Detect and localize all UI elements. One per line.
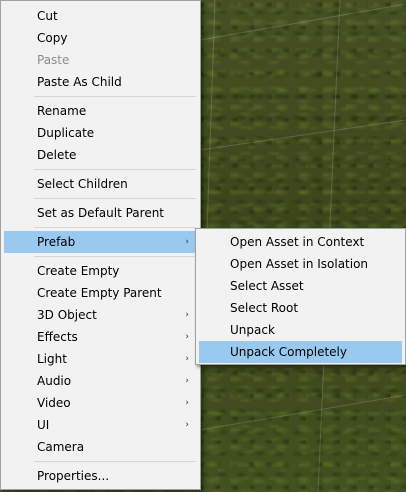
menu-item-set-default-parent[interactable]: Set as Default Parent	[4, 202, 197, 224]
context-menu: Cut Copy Paste Paste As Child Rename Dup…	[0, 0, 201, 490]
menu-separator	[34, 256, 196, 257]
submenu-item-open-asset-in-isolation[interactable]: Open Asset in Isolation	[199, 253, 402, 275]
menu-item-create-empty-parent[interactable]: Create Empty Parent	[4, 282, 197, 304]
menu-separator	[34, 96, 196, 97]
submenu-item-unpack-completely[interactable]: Unpack Completely	[199, 341, 402, 363]
menu-item-copy[interactable]: Copy	[4, 27, 197, 49]
chevron-right-icon: ›	[185, 420, 189, 430]
menu-separator	[34, 461, 196, 462]
menu-separator	[34, 169, 196, 170]
submenu-item-unpack[interactable]: Unpack	[199, 319, 402, 341]
chevron-right-icon: ›	[185, 354, 189, 364]
menu-item-cut[interactable]: Cut	[4, 5, 197, 27]
chevron-right-icon: ›	[185, 376, 189, 386]
menu-item-ui[interactable]: UI ›	[4, 414, 197, 436]
menu-item-audio[interactable]: Audio ›	[4, 370, 197, 392]
menu-item-camera[interactable]: Camera	[4, 436, 197, 458]
menu-item-effects[interactable]: Effects ›	[4, 326, 197, 348]
submenu-item-select-asset[interactable]: Select Asset	[199, 275, 402, 297]
menu-item-prefab[interactable]: Prefab ›	[4, 231, 197, 253]
chevron-right-icon: ›	[185, 310, 189, 320]
menu-item-create-empty[interactable]: Create Empty	[4, 260, 197, 282]
chevron-right-icon: ›	[185, 237, 189, 247]
chevron-right-icon: ›	[185, 398, 189, 408]
menu-item-select-children[interactable]: Select Children	[4, 173, 197, 195]
menu-item-video[interactable]: Video ›	[4, 392, 197, 414]
chevron-right-icon: ›	[185, 332, 189, 342]
menu-separator	[34, 198, 196, 199]
menu-item-light[interactable]: Light ›	[4, 348, 197, 370]
menu-item-paste-as-child[interactable]: Paste As Child	[4, 71, 197, 93]
menu-item-paste[interactable]: Paste	[4, 49, 197, 71]
prefab-submenu: Open Asset in Context Open Asset in Isol…	[195, 228, 406, 365]
menu-item-duplicate[interactable]: Duplicate	[4, 122, 197, 144]
menu-item-rename[interactable]: Rename	[4, 100, 197, 122]
menu-item-properties[interactable]: Properties...	[4, 465, 197, 487]
submenu-item-open-asset-in-context[interactable]: Open Asset in Context	[199, 231, 402, 253]
menu-separator	[34, 227, 196, 228]
menu-item-3d-object[interactable]: 3D Object ›	[4, 304, 197, 326]
submenu-item-select-root[interactable]: Select Root	[199, 297, 402, 319]
menu-item-delete[interactable]: Delete	[4, 144, 197, 166]
